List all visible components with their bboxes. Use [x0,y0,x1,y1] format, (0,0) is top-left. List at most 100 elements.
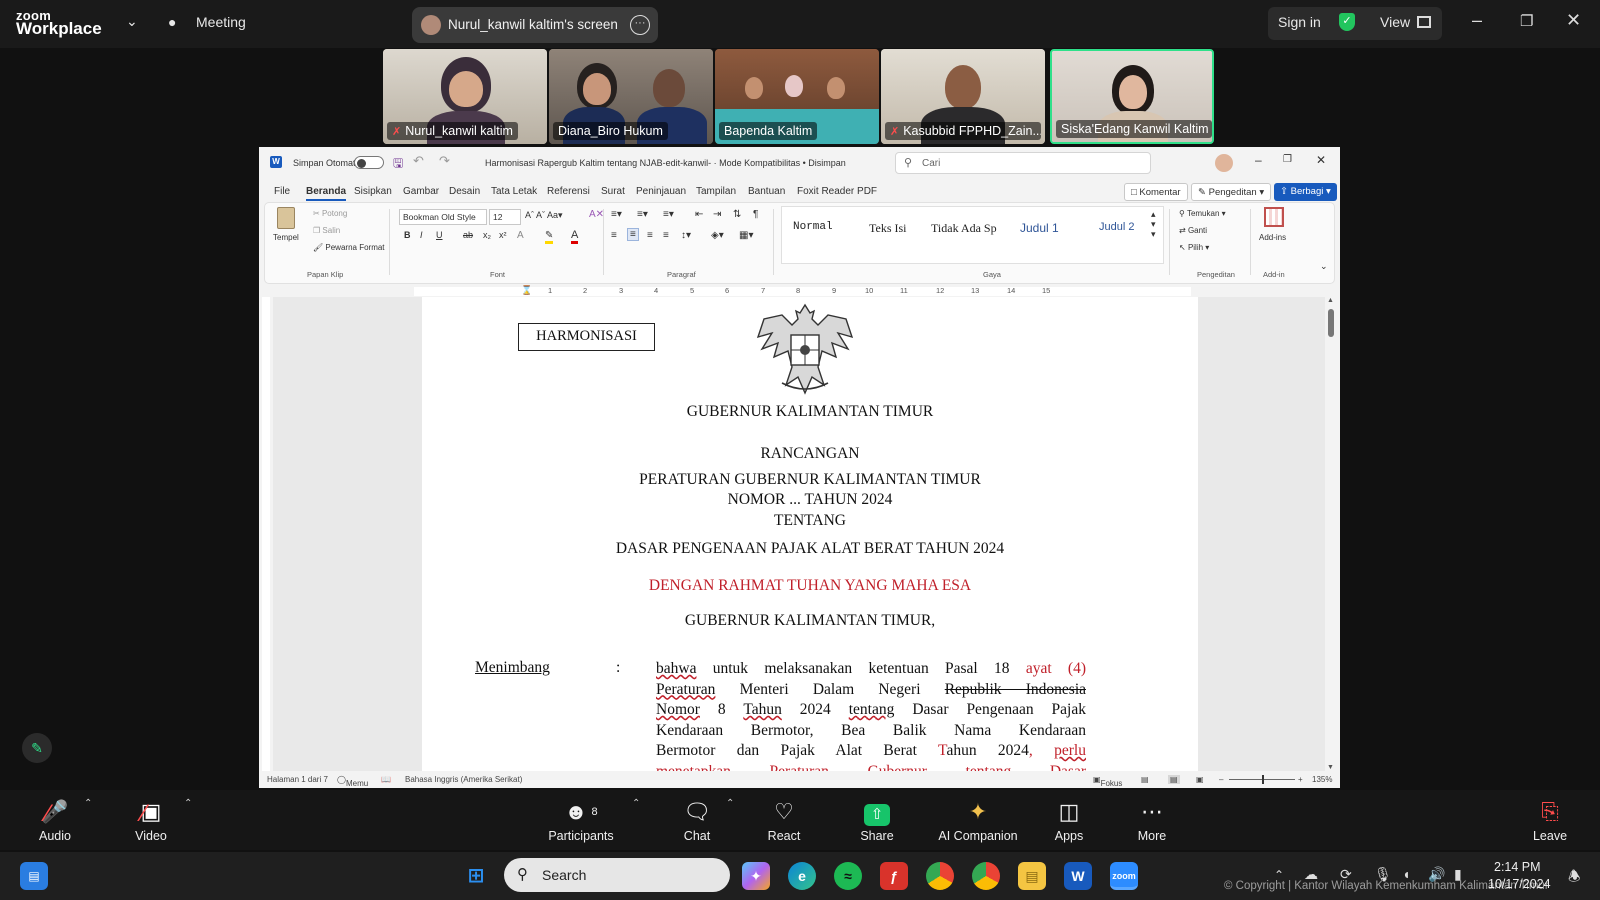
chrome-browser-icon[interactable] [926,862,954,890]
tab-foxit[interactable]: Foxit Reader PDF [797,186,877,197]
scrollbar-thumb[interactable] [1328,309,1334,337]
document-page[interactable]: HARMONISASI GUBERNUR KALIMANTAN TIMUR RA… [422,297,1198,771]
font-size-select[interactable]: 12 [489,209,521,225]
document-title[interactable]: Harmonisasi Rapergub Kaltim tentang NJAB… [485,158,846,168]
edge-browser-icon[interactable]: e [788,862,816,890]
autosave-toggle[interactable] [354,156,384,169]
numbering-icon[interactable]: ≡▾ [637,209,648,220]
zoom-level[interactable]: 135% [1312,775,1332,784]
search-input[interactable]: ⚲ Cari [895,152,1151,174]
more-icon[interactable]: ··· [630,15,650,35]
video-options-caret[interactable]: ⌃ [184,798,192,809]
audio-button[interactable]: 🎤 ∕ Audio [34,798,76,843]
minimize-icon[interactable]: – [1255,153,1262,167]
clear-format-icon[interactable]: A✕ [589,209,604,220]
align-left-icon[interactable]: ≡ [611,230,617,241]
add-ins-icon[interactable] [1264,207,1284,227]
tab-draw[interactable]: Gambar [403,186,439,197]
multilevel-icon[interactable]: ≡▾ [663,209,674,220]
chrome-profile-icon[interactable] [972,862,1000,890]
tab-help[interactable]: Bantuan [748,186,785,197]
participant-tile-2[interactable]: Diana_Biro Hukum [549,49,713,144]
tab-home[interactable]: Beranda [306,186,347,201]
copy-button[interactable]: ❐ Salin [313,226,340,235]
tab-mailings[interactable]: Surat [601,186,625,197]
scroll-up-icon[interactable]: ▲ [1327,297,1334,304]
add-ins-button[interactable]: Add-ins [1259,233,1286,242]
sign-in-button[interactable]: Sign in [1278,14,1321,30]
zoom-app-icon[interactable]: zoom [1110,862,1138,890]
cut-button[interactable]: ✂ Potong [313,209,347,218]
italic-button[interactable]: I [420,230,423,240]
tab-insert[interactable]: Sisipkan [354,186,392,197]
undo-icon[interactable]: ↶ [413,153,424,169]
avatar[interactable] [1215,154,1233,172]
text-effects-icon[interactable]: A [517,230,524,241]
tab-layout[interactable]: Tata Letak [491,186,537,197]
underline-button[interactable]: U [436,230,443,240]
style-body-text[interactable]: Teks Isi [869,221,907,236]
view-button[interactable]: View [1380,14,1410,30]
chevron-down-icon[interactable]: ⌄ [126,13,138,30]
select-button[interactable]: ↖ Pilih ▾ [1179,243,1209,252]
shading-icon[interactable]: ◈▾ [711,230,724,241]
find-button[interactable]: ⚲ Temukan ▾ [1179,209,1226,218]
share-button[interactable]: ⇪ Berbagi ▾ [1274,183,1337,201]
align-right-icon[interactable]: ≡ [647,230,653,241]
style-normal[interactable]: Normal [793,221,833,233]
tab-file[interactable]: File [274,186,290,197]
zoom-in-icon[interactable]: + [1298,775,1303,784]
font-name-select[interactable]: Bookman Old Style [399,209,487,225]
paste-button[interactable]: Tempel [273,233,299,242]
word-app-icon[interactable]: W [1064,862,1092,890]
clock-time[interactable]: 2:14 PM [1494,860,1541,874]
restore-icon[interactable]: ❐ [1283,154,1292,165]
notification-bell-icon[interactable]: 🕭 [1568,866,1581,890]
tab-view[interactable]: Tampilan [696,186,736,197]
annotate-pen-icon[interactable]: ✎ [22,733,52,763]
redo-icon[interactable]: ↷ [439,153,450,169]
scroll-down-icon[interactable]: ▼ [1327,764,1334,771]
style-heading-1[interactable]: Judul 1 [1020,221,1059,235]
close-icon[interactable]: ✕ [1566,10,1581,31]
vertical-scrollbar[interactable]: ▲ ▼ [1326,297,1336,771]
participant-tile-5-active-speaker[interactable]: Siska'Edang Kanwil Kaltim [1050,49,1214,144]
restore-icon[interactable]: ❐ [1520,12,1533,30]
justify-icon[interactable]: ≡ [663,230,669,241]
editing-mode-button[interactable]: ✎ Pengeditan ▾ [1191,183,1272,201]
increase-indent-icon[interactable]: ⇥ [713,209,721,220]
tab-review[interactable]: Peninjauan [636,186,686,197]
video-button[interactable]: ▣ ∕ Video [130,798,172,843]
bold-button[interactable]: B [404,230,411,240]
replace-button[interactable]: ⇄ Ganti [1179,226,1207,235]
file-explorer-icon[interactable]: ▤ [1018,862,1046,890]
copilot-icon[interactable]: ✦ [742,862,770,890]
web-layout-icon[interactable]: ▣ [1196,775,1204,784]
zoom-out-icon[interactable]: – [1219,775,1223,784]
zoom-slider-thumb[interactable] [1262,775,1264,784]
page-counter[interactable]: Halaman 1 dari 7 [267,775,328,784]
spotify-icon[interactable]: ≈ [834,862,862,890]
react-button[interactable]: ♡ React [763,798,805,843]
pilcrow-icon[interactable]: ¶ [753,209,758,220]
apps-button[interactable]: ◫ Apps [1048,798,1090,843]
chat-button[interactable]: 🗨 Chat [676,798,718,843]
participants-button[interactable]: ☻ 8 Participants [544,798,618,843]
sort-icon[interactable]: ⇅ [733,209,741,220]
align-center-icon[interactable]: ≡ [627,228,639,241]
superscript-button[interactable]: x² [499,230,507,240]
participant-tile-4[interactable]: ✗ Kasubbid FPPHD_Zain... [881,49,1045,144]
participant-tile-1[interactable]: ✗ Nurul_kanwil kaltim [383,49,547,144]
save-icon[interactable]: 🖫 [393,154,403,175]
tab-references[interactable]: Referensi [547,186,590,197]
style-heading-2[interactable]: Judul 2 [1099,221,1134,233]
subscript-button[interactable]: x₂ [483,230,491,240]
ai-companion-button[interactable]: ✦ AI Companion [936,798,1020,843]
format-painter-button[interactable]: 🖌 Pewarna Format [313,243,385,252]
style-no-spacing[interactable]: Tidak Ada Sp [931,221,997,236]
chat-options-caret[interactable]: ⌃ [726,798,734,809]
strikethrough-button[interactable]: ab [463,230,473,240]
shield-check-icon[interactable]: ✓ [1339,13,1355,31]
close-icon[interactable]: ✕ [1316,153,1326,167]
screen-share-pill[interactable]: Nurul_kanwil kaltim's screen ··· [412,7,658,43]
